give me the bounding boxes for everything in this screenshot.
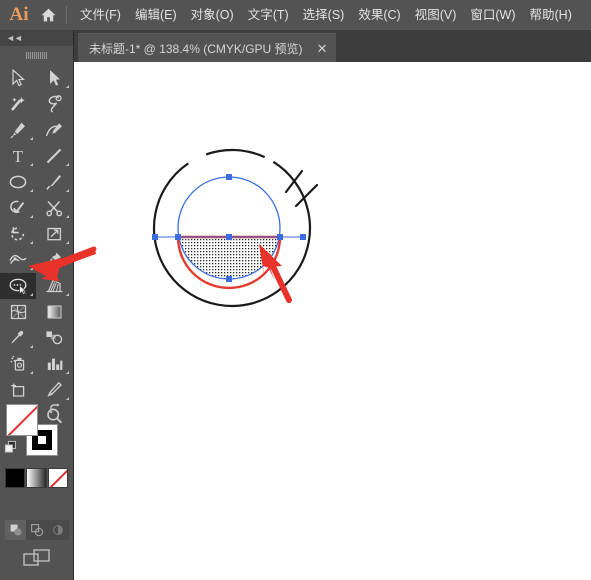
none-mode-button[interactable]	[47, 468, 68, 488]
home-icon[interactable]	[34, 0, 62, 30]
fill-swatch[interactable]	[6, 404, 38, 436]
menu-edit[interactable]: 编辑(E)	[128, 0, 184, 30]
type-tool[interactable]: T	[0, 143, 36, 169]
artwork	[152, 148, 319, 308]
tool-group-indicator	[66, 215, 69, 218]
gradient-tool[interactable]	[36, 299, 72, 325]
draw-mode-buttons	[5, 520, 69, 540]
fill-stroke-controls	[0, 402, 74, 472]
menu-select[interactable]: 选择(S)	[296, 0, 352, 30]
line-segment-tool[interactable]	[36, 143, 72, 169]
shaper-tool[interactable]	[0, 195, 36, 221]
menu-help[interactable]: 帮助(H)	[523, 0, 579, 30]
document-tab-label: 未标题-1* @ 138.4% (CMYK/GPU 预览)	[89, 41, 303, 56]
panel-drag-handle[interactable]	[0, 48, 73, 62]
shape-builder-tool[interactable]	[0, 273, 36, 299]
perspective-grid-tool[interactable]	[36, 273, 72, 299]
swap-fill-stroke-icon[interactable]	[48, 402, 62, 416]
direct-selection-tool[interactable]	[36, 65, 72, 91]
tool-group-indicator	[66, 397, 69, 400]
tool-group-indicator	[66, 85, 69, 88]
draw-behind-button[interactable]	[26, 520, 47, 540]
menu-divider	[66, 6, 67, 24]
column-graph-tool[interactable]	[36, 351, 72, 377]
tool-grid: T	[0, 65, 73, 429]
tool-group-indicator	[30, 345, 33, 348]
tool-group-indicator	[30, 163, 33, 166]
scissors-tool[interactable]	[36, 195, 72, 221]
collapse-panel-icon[interactable]: ◄◄	[6, 33, 23, 43]
tool-group-indicator	[30, 215, 33, 218]
tool-group-indicator	[30, 241, 33, 244]
paintbrush-tool[interactable]	[36, 169, 72, 195]
lasso-tool[interactable]	[36, 91, 72, 117]
selection-tool[interactable]	[0, 65, 36, 91]
change-screen-mode-button[interactable]	[0, 545, 74, 571]
slice-tool[interactable]	[36, 377, 72, 403]
color-mode-buttons	[5, 468, 69, 494]
tool-group-indicator	[66, 371, 69, 374]
pen-tool[interactable]	[0, 117, 36, 143]
menu-window[interactable]: 窗口(W)	[463, 0, 522, 30]
mesh-tool[interactable]	[0, 299, 36, 325]
menu-bar: Ai 文件(F) 编辑(E) 对象(O) 文字(T) 选择(S) 效果(C) 视…	[0, 0, 591, 30]
color-mode-button[interactable]	[5, 468, 26, 488]
menu-view[interactable]: 视图(V)	[408, 0, 464, 30]
menu-type[interactable]: 文字(T)	[241, 0, 296, 30]
symbol-sprayer-tool[interactable]	[0, 351, 36, 377]
ellipse-tool[interactable]	[0, 169, 36, 195]
close-icon[interactable]: ✕	[317, 42, 328, 55]
draw-normal-button[interactable]	[5, 520, 26, 540]
tool-group-indicator	[66, 241, 69, 244]
outer-circle-shape	[152, 148, 312, 308]
menu-effect[interactable]: 效果(C)	[351, 0, 407, 30]
free-transform-tool[interactable]	[36, 247, 72, 273]
eyedropper-tool[interactable]	[0, 325, 36, 351]
app-logo: Ai	[9, 4, 29, 25]
tools-panel: ◄◄ T	[0, 30, 74, 580]
tool-group-indicator	[30, 137, 33, 140]
menu-object[interactable]: 对象(O)	[184, 0, 241, 30]
blend-tool[interactable]	[36, 325, 72, 351]
tool-group-indicator	[30, 293, 33, 296]
scale-tool[interactable]	[36, 221, 72, 247]
magic-wand-tool[interactable]	[0, 91, 36, 117]
menu-file[interactable]: 文件(F)	[73, 0, 128, 30]
svg-text:T: T	[13, 147, 24, 165]
tool-group-indicator	[66, 163, 69, 166]
document-tab-bar: 未标题-1* @ 138.4% (CMYK/GPU 预览) ✕	[74, 30, 591, 62]
default-fill-stroke-icon[interactable]	[4, 440, 18, 454]
artboard-tool[interactable]	[0, 377, 36, 403]
rotate-tool[interactable]	[0, 221, 36, 247]
width-tool[interactable]	[0, 247, 36, 273]
draw-inside-button[interactable]	[47, 520, 68, 540]
artboard-canvas[interactable]	[74, 62, 591, 580]
tool-group-indicator	[66, 189, 69, 192]
more-tools-button[interactable]: •••	[0, 575, 74, 580]
tools-panel-header: ◄◄	[0, 30, 73, 46]
curvature-tool[interactable]	[36, 117, 72, 143]
gradient-mode-button[interactable]	[26, 468, 47, 488]
tool-group-indicator	[66, 293, 69, 296]
tool-group-indicator	[30, 267, 33, 270]
menu-items: 文件(F) 编辑(E) 对象(O) 文字(T) 选择(S) 效果(C) 视图(V…	[73, 0, 579, 30]
tool-group-indicator	[30, 371, 33, 374]
tool-group-indicator	[30, 189, 33, 192]
illustrator-window: Ai 文件(F) 编辑(E) 对象(O) 文字(T) 选择(S) 效果(C) 视…	[0, 0, 591, 580]
document-tab[interactable]: 未标题-1* @ 138.4% (CMYK/GPU 预览) ✕	[78, 33, 337, 62]
